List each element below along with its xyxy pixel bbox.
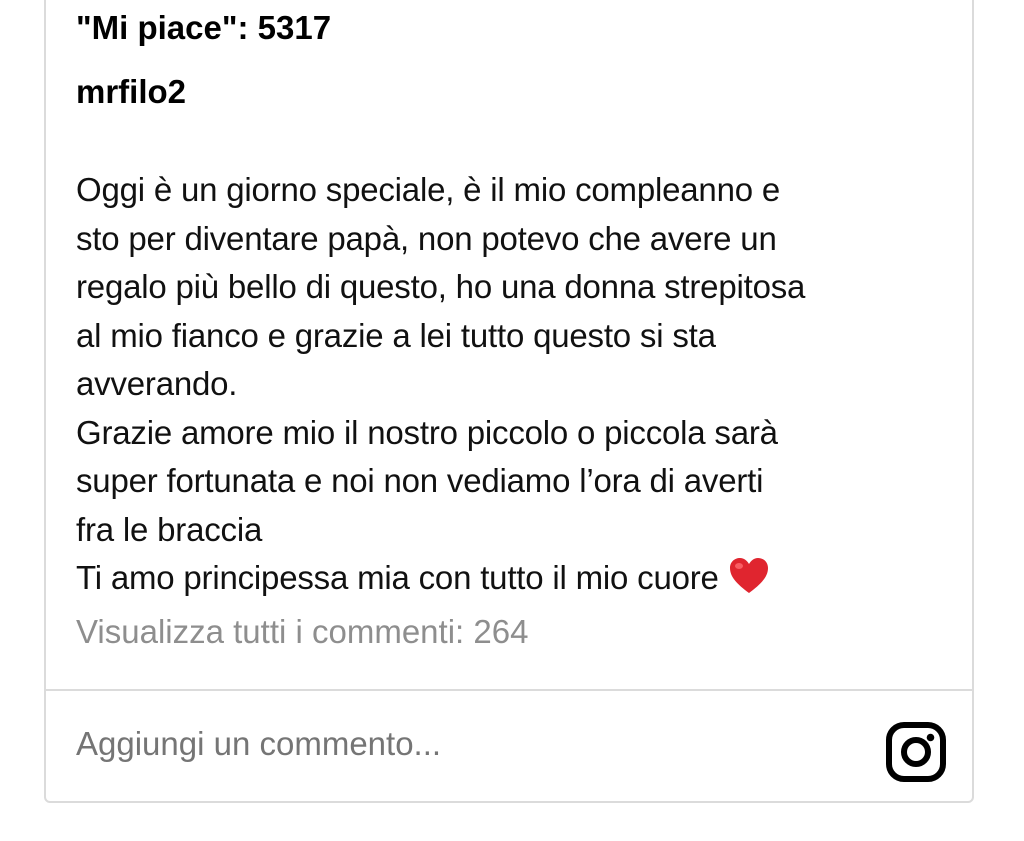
caption-line: Grazie amore mio il nostro piccolo o pic…	[76, 413, 778, 451]
caption-line: super fortunata e noi non vediamo l’ora …	[76, 462, 764, 499]
instagram-icon[interactable]	[884, 720, 948, 784]
divider	[46, 689, 972, 691]
caption-line: sto per diventare papà, non potevo che a…	[76, 219, 777, 257]
caption-last-line: Ti amo principessa mia con tutto il mio …	[76, 554, 956, 603]
caption-line: Oggi è un giorno speciale, è il mio comp…	[76, 171, 780, 208]
caption-line: Ti amo principessa mia con tutto il mio …	[76, 559, 719, 596]
add-comment-input[interactable]	[76, 722, 856, 766]
view-all-comments-link[interactable]: Visualizza tutti i commenti: 264	[76, 610, 528, 654]
post-card: "Mi piace": 5317 mrfilo2 Oggi è un giorn…	[44, 0, 974, 803]
caption-line: avverando.	[76, 365, 238, 402]
post-caption: Oggi è un giorno speciale, è il mio comp…	[76, 166, 956, 603]
caption-line: regalo più bello di questo, ho una donna…	[76, 268, 806, 305]
likes-count[interactable]: "Mi piace": 5317	[76, 6, 331, 50]
caption-line: fra le braccia	[76, 510, 263, 548]
heart-icon	[729, 558, 768, 594]
username[interactable]: mrfilo2	[76, 70, 186, 114]
caption-line: al mio fianco e grazie a lei tutto quest…	[76, 316, 716, 354]
